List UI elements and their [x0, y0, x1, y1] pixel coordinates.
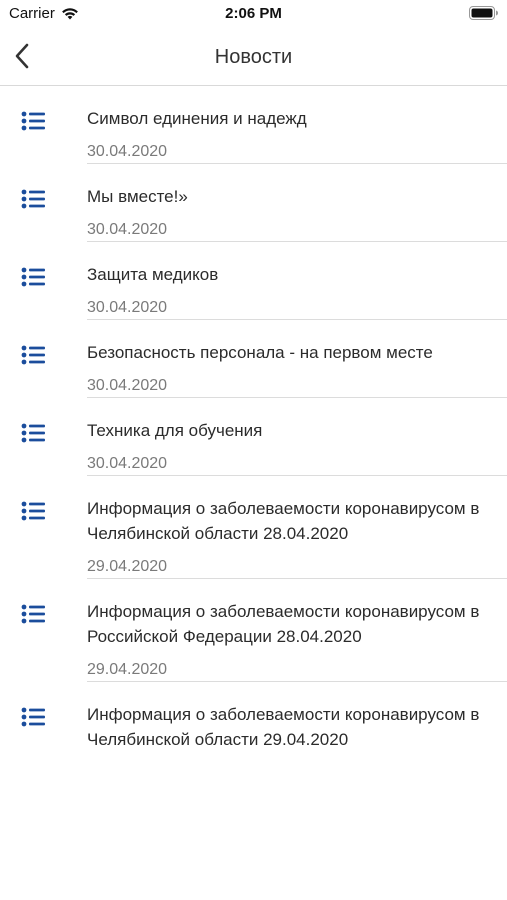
news-title: Символ единения и надежд [87, 109, 307, 128]
news-item-body: Мы вместе!» 30.04.2020 [87, 164, 507, 242]
news-item[interactable]: Информация о заболеваемости коронавирусо… [0, 476, 507, 579]
list-icon [21, 189, 45, 209]
news-title: Защита медиков [87, 265, 219, 284]
news-title: Информация о заболеваемости коронавирусо… [87, 705, 480, 749]
news-item-body: Информация о заболеваемости коронавирусо… [87, 682, 507, 752]
news-item-body: Безопасность персонала - на первом месте… [87, 320, 507, 398]
status-time: 2:06 PM [225, 5, 282, 22]
news-item[interactable]: Безопасность персонала - на первом месте… [0, 320, 507, 398]
news-date: 30.04.2020 [87, 455, 168, 472]
news-item-body: Защита медиков 30.04.2020 [87, 242, 507, 320]
news-item-body: Символ единения и надежд 30.04.2020 [87, 86, 507, 164]
news-item[interactable]: Информация о заболеваемости коронавирусо… [0, 579, 507, 682]
list-icon [21, 423, 45, 443]
news-title: Техника для обучения [87, 421, 263, 440]
news-date: 30.04.2020 [87, 377, 168, 394]
news-title: Мы вместе!» [87, 187, 188, 206]
navigation-bar: Новости [0, 30, 507, 86]
news-item[interactable]: Техника для обучения 30.04.2020 [0, 398, 507, 476]
news-date: 30.04.2020 [87, 299, 168, 316]
news-item-body: Информация о заболеваемости коронавирусо… [87, 476, 507, 579]
list-icon [21, 707, 45, 727]
news-item[interactable]: Информация о заболеваемости коронавирусо… [0, 682, 507, 752]
news-date: 30.04.2020 [87, 221, 168, 238]
list-icon [21, 345, 45, 365]
news-title: Безопасность персонала - на первом месте [87, 343, 433, 362]
news-date: 29.04.2020 [87, 558, 168, 575]
status-bar: Carrier 2:06 PM [0, 0, 507, 30]
news-item-body: Информация о заболеваемости коронавирусо… [87, 579, 507, 682]
news-title: Информация о заболеваемости коронавирусо… [87, 499, 480, 543]
news-list: Символ единения и надежд 30.04.2020 Мы в… [0, 86, 507, 752]
page-title: Новости [214, 46, 293, 68]
list-icon [21, 501, 45, 521]
news-item[interactable]: Символ единения и надежд 30.04.2020 [0, 86, 507, 164]
news-date: 29.04.2020 [87, 661, 168, 678]
list-icon [21, 604, 45, 624]
list-icon [21, 111, 45, 131]
news-item[interactable]: Мы вместе!» 30.04.2020 [0, 164, 507, 242]
news-item-body: Техника для обучения 30.04.2020 [87, 398, 507, 476]
news-date: 30.04.2020 [87, 143, 168, 160]
battery-icon [469, 6, 499, 20]
list-icon [21, 267, 45, 287]
news-title: Информация о заболеваемости коронавирусо… [87, 602, 480, 646]
news-item[interactable]: Защита медиков 30.04.2020 [0, 242, 507, 320]
